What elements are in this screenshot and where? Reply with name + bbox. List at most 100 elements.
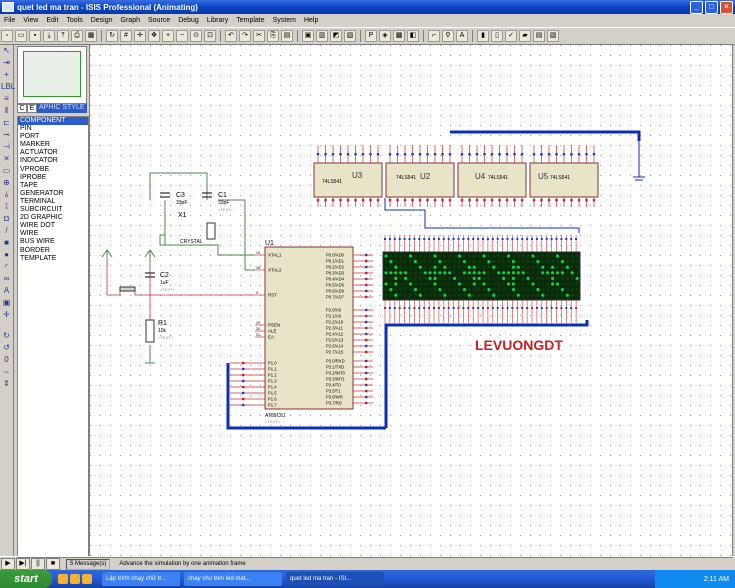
menu-library[interactable]: Library [203, 17, 232, 24]
menu-file[interactable]: File [0, 17, 19, 24]
list-item[interactable]: TEMPLATE [18, 255, 88, 263]
play-button[interactable]: ▶ [1, 558, 15, 570]
search-tag-icon[interactable]: ⚲ [442, 30, 454, 42]
selection-mode-icon[interactable]: ↖ [1, 45, 12, 56]
list-item[interactable]: GENERATOR [18, 190, 88, 198]
zoom-in-icon[interactable]: + [162, 30, 174, 42]
list-item[interactable]: 2D GRAPHIC [18, 214, 88, 222]
arc-icon[interactable]: ◜ [1, 261, 12, 272]
current-probe-icon[interactable]: ⫱ [1, 201, 12, 212]
line-icon[interactable]: / [1, 225, 12, 236]
menu-help[interactable]: Help [300, 17, 322, 24]
path-icon[interactable]: ∞ [1, 273, 12, 284]
junction-dot-icon[interactable]: + [1, 69, 12, 80]
import-icon[interactable]: ⤓ [43, 30, 55, 42]
bom-icon[interactable]: ▮ [477, 30, 489, 42]
report-icon[interactable]: ▤ [533, 30, 545, 42]
print-area-icon[interactable]: ▦ [85, 30, 97, 42]
list-item[interactable]: INDICATOR [18, 157, 88, 165]
pause-button[interactable]: || [31, 558, 45, 570]
step-button[interactable]: ▶| [16, 558, 30, 570]
reset-button[interactable] [119, 286, 136, 292]
zoom-area-icon[interactable]: ⊡ [204, 30, 216, 42]
minimize-button[interactable]: _ [690, 1, 703, 14]
cut-icon[interactable]: ✂ [253, 30, 265, 42]
grid-icon[interactable]: # [120, 30, 132, 42]
menu-system[interactable]: System [269, 17, 300, 24]
rotate-ccw-icon[interactable]: ↺ [1, 342, 12, 353]
wire-autorouter-icon[interactable]: ⌐ [428, 30, 440, 42]
list-item[interactable]: SUBCIRCUIT [18, 206, 88, 214]
block-rotate-icon[interactable]: ◩ [330, 30, 342, 42]
paste-icon[interactable]: ▤ [281, 30, 293, 42]
graph-icon[interactable]: ⨯ [1, 153, 12, 164]
message-count[interactable]: 5 Message(s) [66, 558, 111, 570]
schematic-canvas[interactable]: 74LS541 U3 74LS541 U2 U4 74LS541 U5 74LS… [89, 44, 733, 558]
symbol-icon[interactable]: ▣ [1, 297, 12, 308]
tab-c[interactable]: C [17, 104, 27, 113]
list-item[interactable]: IPROBE [18, 174, 88, 182]
task-button[interactable]: chay chu tren led mat... [184, 572, 282, 586]
decompose-icon[interactable]: ◧ [407, 30, 419, 42]
list-item[interactable]: WIRE [18, 230, 88, 238]
mirror-x-icon[interactable]: ⇔ [1, 366, 12, 377]
list-item[interactable]: BORDER [18, 247, 88, 255]
list-item[interactable]: TERMINAL [18, 198, 88, 206]
mirror-y-icon[interactable]: ⇕ [1, 378, 12, 389]
print-icon[interactable]: ⎙ [71, 30, 83, 42]
block-move-icon[interactable]: ▥ [316, 30, 328, 42]
list-item[interactable]: COMPONENT [18, 117, 88, 126]
generator-icon[interactable]: ⊕ [1, 177, 12, 188]
voltage-probe-icon[interactable]: ⫰ [1, 189, 12, 200]
menu-template[interactable]: Template [232, 17, 268, 24]
open-file-icon[interactable]: ▭ [15, 30, 27, 42]
list-item[interactable]: BUS WIRE [18, 238, 88, 246]
list-item[interactable]: MARKER [18, 141, 88, 149]
quick-launch-icon[interactable] [58, 574, 68, 584]
menu-source[interactable]: Source [144, 17, 174, 24]
list-item[interactable]: PIN [18, 125, 88, 133]
quick-launch-icon[interactable] [70, 574, 80, 584]
electrical-check-icon[interactable]: ✓ [505, 30, 517, 42]
device-pin-icon[interactable]: ⊣ [1, 141, 12, 152]
list-item[interactable]: VPROBE [18, 166, 88, 174]
undo-icon[interactable]: ↶ [225, 30, 237, 42]
text-script-icon[interactable]: ≡ [1, 93, 12, 104]
circle-icon[interactable]: ● [1, 249, 12, 260]
menu-edit[interactable]: Edit [42, 17, 62, 24]
close-button[interactable]: × [720, 1, 733, 14]
rotate-cw-icon[interactable]: ↻ [1, 330, 12, 341]
led-matrix[interactable] [382, 251, 581, 301]
zoom-out-icon[interactable]: − [176, 30, 188, 42]
ares-icon[interactable]: ▰ [519, 30, 531, 42]
redo-icon[interactable]: ↷ [239, 30, 251, 42]
origin-icon[interactable]: ✛ [134, 30, 146, 42]
bus-icon[interactable]: ⫴ [1, 105, 12, 116]
angle-field-icon[interactable]: 0 [1, 354, 12, 365]
list-item[interactable]: WIRE DOT [18, 222, 88, 230]
netlist-icon[interactable]: ▯ [491, 30, 503, 42]
menu-debug[interactable]: Debug [174, 17, 203, 24]
pan-icon[interactable]: ✥ [148, 30, 160, 42]
component-mode-icon[interactable]: ⇥ [1, 57, 12, 68]
buffer-chip-u3[interactable]: 74LS541 U3 [313, 162, 383, 198]
quick-launch-icon[interactable] [82, 574, 92, 584]
menu-tools[interactable]: Tools [62, 17, 86, 24]
start-button[interactable]: start [0, 570, 52, 588]
list-item[interactable]: PORT [18, 133, 88, 141]
copy-icon[interactable]: ⎘ [267, 30, 279, 42]
export-icon[interactable]: ⤒ [57, 30, 69, 42]
menu-view[interactable]: View [19, 17, 42, 24]
buffer-chip-u4[interactable]: U4 74LS541 [457, 162, 527, 198]
make-device-icon[interactable]: ◈ [379, 30, 391, 42]
block-delete-icon[interactable]: ▧ [344, 30, 356, 42]
package-tool-icon[interactable]: ▩ [393, 30, 405, 42]
virtual-instrument-icon[interactable]: ◘ [1, 213, 12, 224]
menu-graph[interactable]: Graph [117, 17, 144, 24]
subcircuit-icon[interactable]: ⊏ [1, 117, 12, 128]
overview-viewport[interactable] [23, 51, 81, 97]
buffer-chip-u2[interactable]: 74LS541 U2 [385, 162, 455, 198]
property-tool-icon[interactable]: A [456, 30, 468, 42]
tab-e[interactable]: E [27, 104, 37, 113]
wire-label-icon[interactable]: LBL [1, 81, 15, 92]
